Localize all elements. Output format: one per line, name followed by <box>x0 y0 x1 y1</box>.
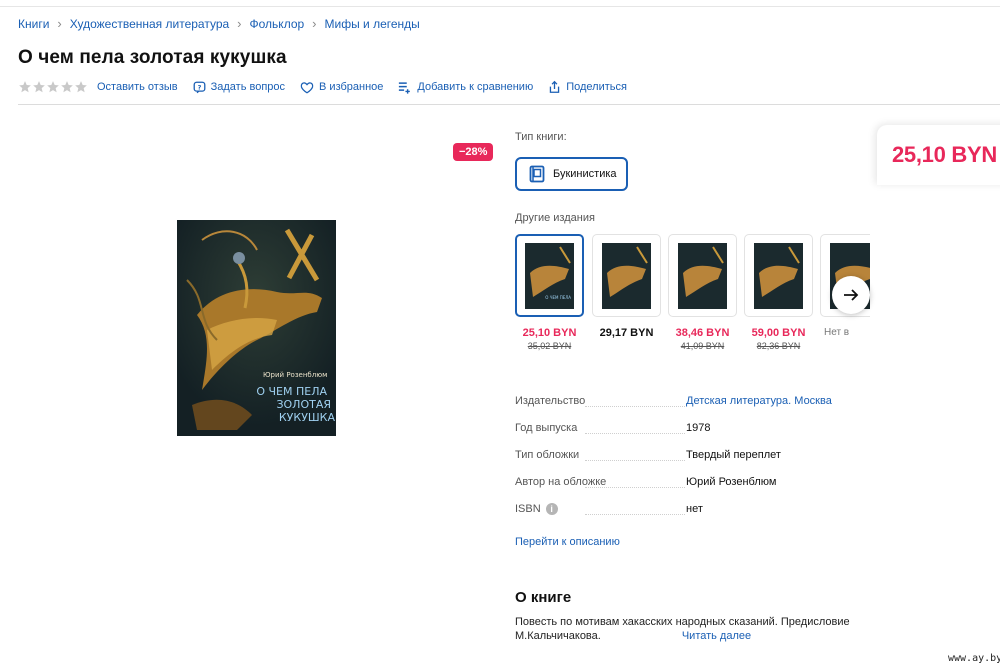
specs-table: Издательство Детская литература. Москва … <box>515 395 865 530</box>
about-text-line-2: М.Кальчичакова. <box>515 630 601 642</box>
star-icon <box>75 81 87 93</box>
heart-icon <box>300 81 314 94</box>
breadcrumb: Книги › Художественная литература › Фоль… <box>18 16 420 31</box>
edition-availability: Нет в <box>824 327 850 338</box>
question-bubble-icon: ? <box>193 81 206 93</box>
spec-dots <box>585 433 685 434</box>
svg-text:?: ? <box>197 83 201 91</box>
rating-stars[interactable] <box>18 80 88 94</box>
edition-card[interactable]: 38,46 BYN 41,09 BYN <box>668 234 737 351</box>
breadcrumb-item-folklore[interactable]: Фольклор <box>250 17 305 31</box>
breadcrumb-item-books[interactable]: Книги <box>18 17 49 31</box>
spec-value: 1978 <box>686 422 711 434</box>
breadcrumb-item-myths[interactable]: Мифы и легенды <box>325 17 420 31</box>
spec-key: Тип обложки <box>515 449 580 461</box>
spec-row-cover-author: Автор на обложке Юрий Розенблюм <box>515 476 865 503</box>
favorites-label: В избранное <box>319 81 384 93</box>
spec-value: нет <box>686 503 703 515</box>
add-to-favorites-button[interactable]: В избранное <box>300 81 383 94</box>
spec-row-cover-type: Тип обложки Твердый переплет <box>515 449 865 476</box>
read-more-link[interactable]: Читать далее <box>682 630 751 642</box>
book-cover-image[interactable]: Юрий Розенблюм О ЧЕМ ПЕЛА ЗОЛОТАЯ КУКУШК… <box>177 220 336 436</box>
breadcrumb-item-fiction[interactable]: Художественная литература <box>70 17 229 31</box>
star-icon <box>47 81 59 93</box>
spec-key: Издательство <box>515 395 586 407</box>
page-title: О чем пела золотая кукушка <box>18 47 287 68</box>
product-actions: Оставить отзыв ? Задать вопрос В избранн… <box>18 78 642 96</box>
about-text-line-2-wrap: М.Кальчичакова. Читать далее <box>515 629 860 643</box>
about-book-text: Повесть по мотивам хакасских народных ск… <box>515 615 860 643</box>
spec-dots <box>585 487 685 488</box>
edition-price: 29,17 BYN <box>599 327 654 339</box>
goto-description-link[interactable]: Перейти к описанию <box>515 536 620 548</box>
star-icon <box>19 81 31 93</box>
info-icon[interactable]: i <box>545 503 558 515</box>
edition-thumbnail: О ЧЕМ ПЕЛА <box>515 234 584 317</box>
chevron-right-icon: › <box>57 16 62 31</box>
edition-old-price: 82,36 BYN <box>756 341 801 351</box>
edition-old-price: 41,09 BYN <box>680 341 725 351</box>
leave-review-label: Оставить отзыв <box>97 81 178 93</box>
top-divider <box>0 6 1000 7</box>
edition-card[interactable]: О ЧЕМ ПЕЛА 25,10 BYN 35,02 BYN <box>515 234 584 351</box>
cover-title-line-1: О ЧЕМ ПЕЛА <box>256 385 327 398</box>
edition-price: 59,00 BYN <box>751 327 806 339</box>
star-icon <box>61 81 73 93</box>
other-editions-label: Другие издания <box>515 212 595 224</box>
cover-title-line-3: КУКУШКА <box>279 411 336 424</box>
publisher-link[interactable]: Детская литература. Москва <box>686 395 832 407</box>
spec-key-isbn: ISBN i <box>515 503 558 515</box>
book-type-label: Тип книги: <box>515 131 567 143</box>
edition-thumbnail <box>668 234 737 317</box>
about-book-heading: О книге <box>515 589 572 606</box>
spec-dots <box>585 406 685 407</box>
cover-author: Юрий Розенблюм <box>263 371 327 379</box>
spec-key-label: ISBN <box>515 503 541 515</box>
chevron-right-icon: › <box>312 16 317 31</box>
edition-price: 38,46 BYN <box>675 327 730 339</box>
spec-dots <box>585 514 685 515</box>
edition-cover-image: О ЧЕМ ПЕЛА <box>525 242 574 309</box>
edition-card[interactable]: 29,17 BYN <box>592 234 661 339</box>
ask-question-label: Задать вопрос <box>210 81 286 93</box>
ask-question-button[interactable]: ? Задать вопрос <box>193 81 285 94</box>
share-label: Поделиться <box>566 81 627 93</box>
add-to-compare-button[interactable]: Добавить к сравнению <box>398 81 533 94</box>
edition-thumbnail <box>744 234 813 317</box>
edition-cover-image <box>678 242 727 309</box>
compare-list-icon <box>399 81 411 94</box>
edition-card[interactable]: 59,00 BYN 82,36 BYN <box>744 234 813 351</box>
spec-row-publisher: Издательство Детская литература. Москва <box>515 395 865 422</box>
compare-label: Добавить к сравнению <box>417 81 534 93</box>
edition-old-price: 35,02 BYN <box>527 341 572 351</box>
spec-dots <box>585 460 685 461</box>
watermark: www.ay.by <box>944 652 1000 665</box>
spec-row-year: Год выпуска 1978 <box>515 422 865 449</box>
spec-value: Юрий Розенблюм <box>686 476 777 488</box>
book-icon <box>529 165 545 183</box>
header-divider <box>18 104 1000 105</box>
cover-title-line-2: ЗОЛОТАЯ <box>276 398 331 411</box>
book-type-option-antique[interactable]: Букинистика <box>515 157 628 191</box>
chevron-right-icon: › <box>237 16 242 31</box>
carousel-next-button[interactable] <box>832 276 870 314</box>
share-icon <box>549 80 560 93</box>
editions-carousel: О ЧЕМ ПЕЛА 25,10 BYN 35,02 BYN 29,17 BYN… <box>515 234 870 364</box>
book-type-option-label: Букинистика <box>553 168 617 180</box>
spec-key: Год выпуска <box>515 422 578 434</box>
star-icon <box>33 81 45 93</box>
edition-price: 25,10 BYN <box>522 327 577 339</box>
arrow-right-icon <box>844 289 859 301</box>
spec-value: Твердый переплет <box>686 449 781 461</box>
edition-cover-image <box>754 242 803 309</box>
discount-badge: −28% <box>453 143 494 161</box>
svg-text:О ЧЕМ ПЕЛА: О ЧЕМ ПЕЛА <box>545 295 571 300</box>
leave-review-link[interactable]: Оставить отзыв <box>97 81 178 93</box>
spec-row-isbn: ISBN i нет <box>515 503 865 530</box>
about-text-line-1: Повесть по мотивам хакасских народных ск… <box>515 616 850 628</box>
edition-cover-image <box>602 242 651 309</box>
edition-thumbnail <box>592 234 661 317</box>
share-button[interactable]: Поделиться <box>548 80 627 94</box>
current-price: 25,10 BYN <box>892 142 997 167</box>
